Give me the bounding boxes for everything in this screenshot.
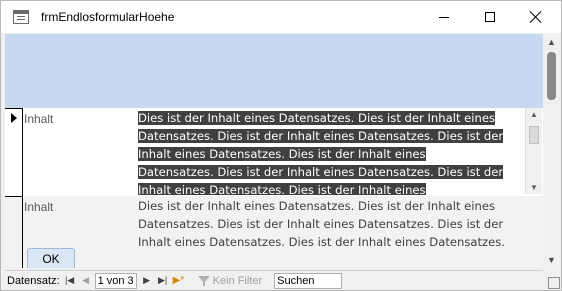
filter-icon[interactable] — [197, 275, 211, 287]
scroll-down-arrow-icon[interactable]: ▼ — [530, 183, 538, 192]
form-header — [5, 34, 543, 108]
record-position-input[interactable]: 1 von 3 — [94, 272, 137, 289]
last-record-icon[interactable]: ▶| — [157, 275, 169, 286]
inhalt-text: Dies ist der Inhalt eines Datensatzes. D… — [138, 111, 504, 195]
record-selector[interactable] — [5, 196, 23, 268]
next-record-icon[interactable]: ▶ — [141, 275, 153, 286]
form-window: frmEndlosformularHoehe Inhalt Dies ist d… — [0, 0, 562, 291]
inhalt-textbox[interactable]: Dies ist der Inhalt eines Datensatzes. D… — [136, 197, 524, 268]
close-button[interactable] — [513, 1, 559, 33]
textbox-scrollbar[interactable]: ▲ ▼ — [525, 108, 542, 194]
title-bar[interactable]: frmEndlosformularHoehe — [1, 1, 561, 33]
record-row: Inhalt Dies ist der Inhalt eines Datensa… — [5, 196, 543, 268]
filter-status[interactable]: Kein Filter — [213, 275, 263, 287]
field-label-inhalt: Inhalt — [24, 200, 54, 214]
form-vertical-scrollbar[interactable]: ▲ ▼ — [543, 34, 560, 268]
search-input[interactable]: Suchen — [274, 272, 343, 289]
minimize-button[interactable] — [421, 1, 467, 33]
maximize-button[interactable] — [467, 1, 513, 33]
first-record-icon[interactable]: |◀ — [64, 275, 76, 286]
scroll-thumb[interactable] — [547, 52, 556, 100]
record-selector[interactable] — [5, 108, 23, 196]
inhalt-text: Dies ist der Inhalt eines Datensatzes. D… — [138, 199, 505, 249]
field-label-inhalt: Inhalt — [24, 112, 54, 126]
new-record-icon[interactable]: ▶* — [173, 275, 185, 286]
maximize-icon — [485, 12, 495, 22]
previous-record-icon[interactable]: ◀ — [80, 275, 92, 286]
window-title: frmEndlosformularHoehe — [41, 10, 175, 24]
minimize-icon — [439, 16, 449, 18]
ok-button[interactable]: OK — [27, 248, 75, 268]
resize-grip-icon[interactable] — [546, 275, 560, 289]
current-record-arrow-icon — [11, 113, 17, 123]
form-icon — [13, 10, 29, 24]
record-row: Inhalt Dies ist der Inhalt eines Datensa… — [5, 108, 543, 196]
scroll-up-arrow-icon[interactable]: ▲ — [530, 110, 538, 119]
close-icon — [530, 11, 542, 23]
scroll-down-arrow-icon[interactable]: ▼ — [547, 255, 556, 265]
scroll-up-arrow-icon[interactable]: ▲ — [547, 37, 556, 47]
continuous-form: Inhalt Dies ist der Inhalt eines Datensa… — [5, 34, 543, 268]
textbox-scroll-thumb[interactable] — [529, 126, 539, 144]
record-nav-label: Datensatz: — [7, 274, 60, 287]
inhalt-textbox[interactable]: Dies ist der Inhalt eines Datensatzes. D… — [136, 109, 524, 195]
record-navigation-bar: Datensatz: |◀ ◀ 1 von 3 ▶ ▶| ▶* Kein Fil… — [5, 270, 543, 290]
